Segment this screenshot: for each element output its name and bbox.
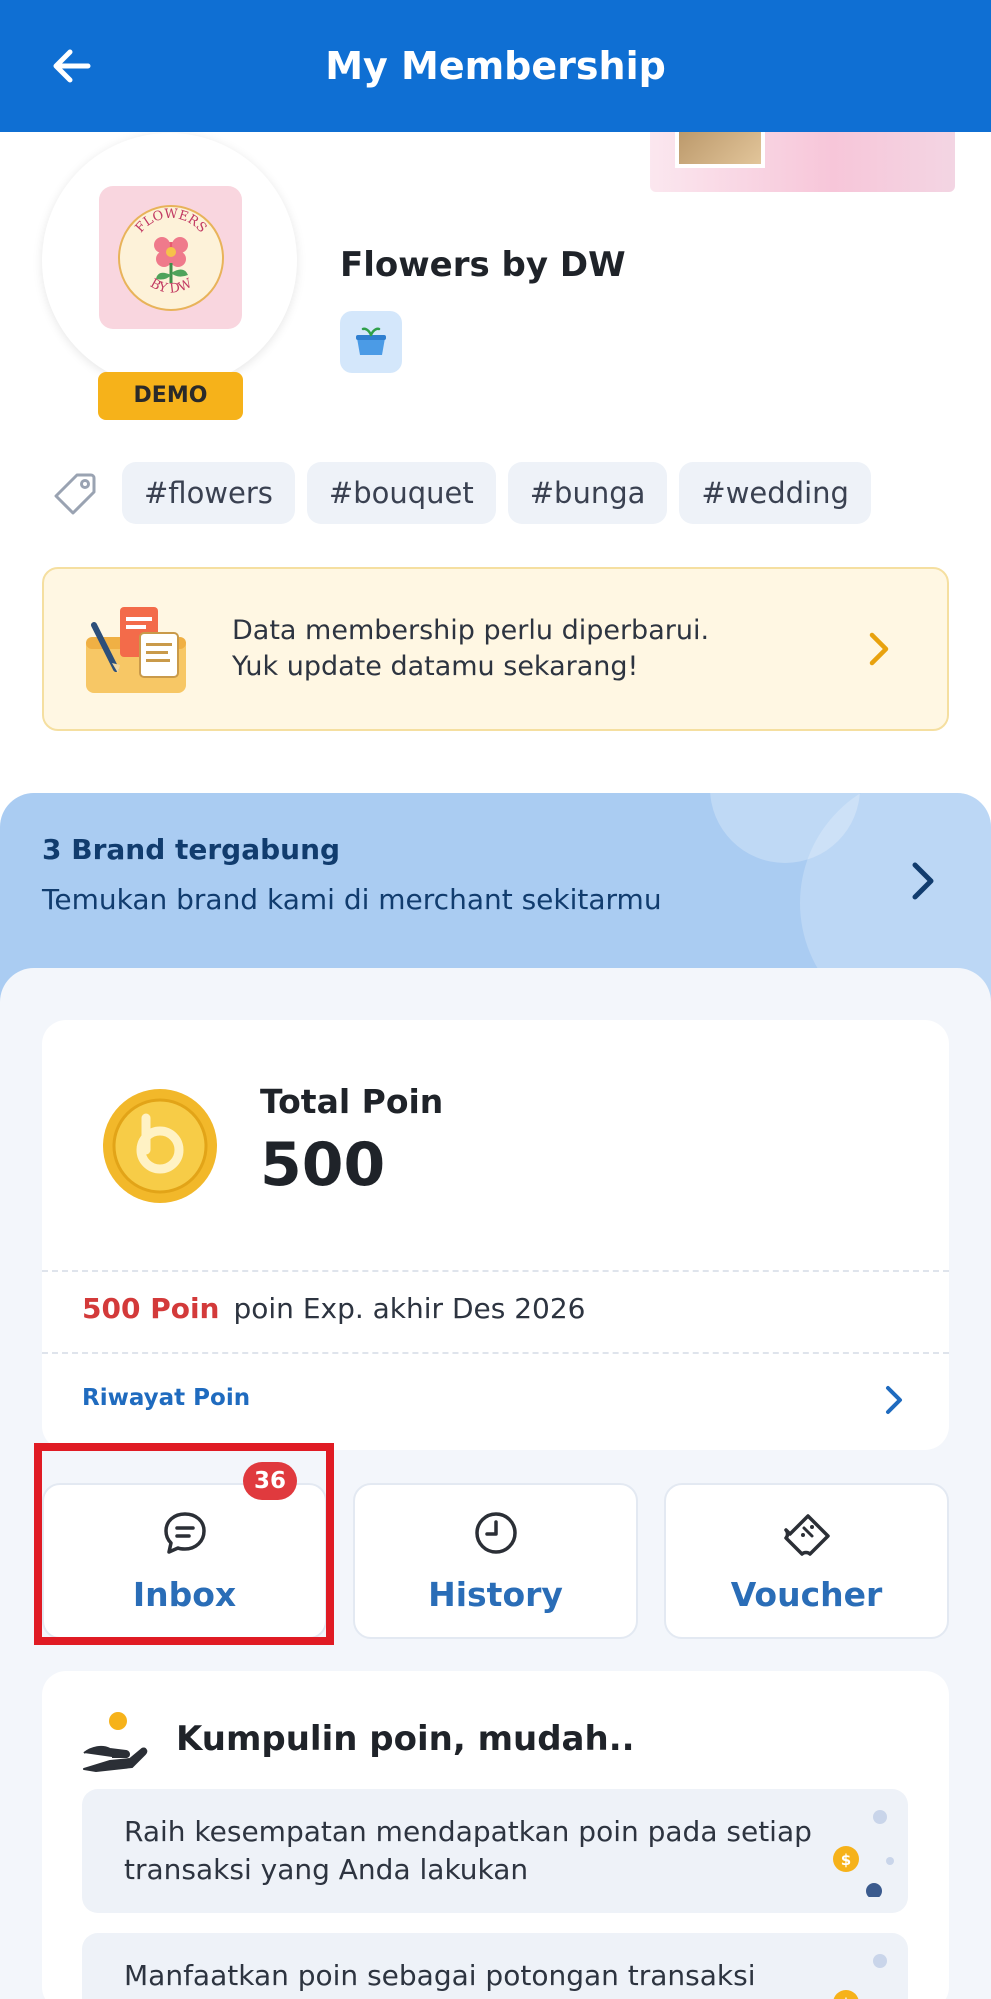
tag-chip[interactable]: #wedding bbox=[679, 462, 871, 524]
inbox-highlight-box bbox=[34, 1443, 334, 1645]
history-button[interactable]: History bbox=[353, 1483, 638, 1639]
brands-subtitle: Temukan brand kami di merchant sekitarmu bbox=[42, 883, 662, 916]
coin-icon bbox=[103, 1089, 217, 1203]
divider bbox=[42, 1352, 949, 1354]
expiry-text: poin Exp. akhir Des 2026 bbox=[233, 1292, 586, 1325]
merchant-category bbox=[340, 311, 402, 373]
earn-points-title: Kumpulin poin, mudah.. bbox=[176, 1719, 635, 1759]
coin-dots-icon: $ bbox=[833, 1810, 894, 1897]
tag-icon bbox=[48, 462, 104, 524]
update-banner-line2: Yuk update datamu sekarang! bbox=[232, 651, 639, 682]
update-membership-banner[interactable]: Data membership perlu diperbarui. Yuk up… bbox=[42, 567, 949, 731]
total-points-value: 500 bbox=[260, 1130, 386, 1200]
voucher-button[interactable]: Voucher bbox=[664, 1483, 949, 1639]
earn-tip-item: Manfaatkan poin sebagai potongan transak… bbox=[82, 1933, 908, 1999]
voucher-label: Voucher bbox=[730, 1575, 883, 1614]
brands-count-title: 3 Brand tergabung bbox=[42, 833, 341, 866]
tag-chip[interactable]: #bunga bbox=[507, 462, 668, 524]
update-banner-text: Data membership perlu diperbarui. Yuk up… bbox=[232, 613, 709, 685]
svg-text:$: $ bbox=[841, 1851, 851, 1869]
basket-icon bbox=[356, 327, 386, 355]
demo-badge: DEMO bbox=[98, 372, 243, 420]
points-expiry: 500 Poin poin Exp. akhir Des 2026 bbox=[82, 1292, 586, 1325]
tag-chip[interactable]: #flowers bbox=[122, 462, 295, 524]
divider bbox=[42, 1270, 949, 1272]
history-label: History bbox=[428, 1575, 563, 1614]
earn-tip-text: Manfaatkan poin sebagai potongan transak… bbox=[124, 1959, 756, 1992]
tag-chip[interactable]: #bouquet bbox=[306, 462, 496, 524]
merchant-name: Flowers by DW bbox=[340, 245, 626, 285]
flower-logo-icon: FLOWERS BY DW bbox=[117, 204, 224, 311]
chevron-right-icon bbox=[859, 625, 899, 673]
page-title: My Membership bbox=[325, 44, 666, 88]
total-points-label: Total Poin bbox=[260, 1082, 444, 1121]
coin-dots-icon: $ bbox=[833, 1954, 887, 1999]
chevron-right-icon[interactable] bbox=[879, 1382, 909, 1418]
svg-text:$: $ bbox=[841, 1995, 851, 1999]
chevron-right-icon bbox=[901, 853, 945, 909]
clock-icon bbox=[355, 1507, 636, 1559]
app-header: My Membership bbox=[0, 0, 991, 132]
update-banner-line1: Data membership perlu diperbarui. bbox=[232, 615, 710, 646]
voucher-ticket-icon bbox=[666, 1507, 947, 1559]
tag-list: #flowers #bouquet #bunga #wedding bbox=[48, 462, 871, 524]
earn-points-card: Kumpulin poin, mudah.. Raih kesempatan m… bbox=[42, 1671, 949, 1999]
merchant-logo: FLOWERS BY DW bbox=[99, 186, 242, 329]
points-history-link[interactable]: Riwayat Poin bbox=[82, 1385, 250, 1411]
document-update-icon bbox=[86, 607, 186, 693]
expiring-points: 500 Poin bbox=[82, 1292, 220, 1325]
earn-tip-item: Raih kesempatan mendapatkan poin pada se… bbox=[82, 1789, 908, 1913]
earn-tip-text: Raih kesempatan mendapatkan poin pada se… bbox=[124, 1815, 812, 1886]
points-card: Total Poin 500 500 Poin poin Exp. akhir D… bbox=[42, 1020, 949, 1450]
hand-coin-icon bbox=[83, 1712, 148, 1772]
